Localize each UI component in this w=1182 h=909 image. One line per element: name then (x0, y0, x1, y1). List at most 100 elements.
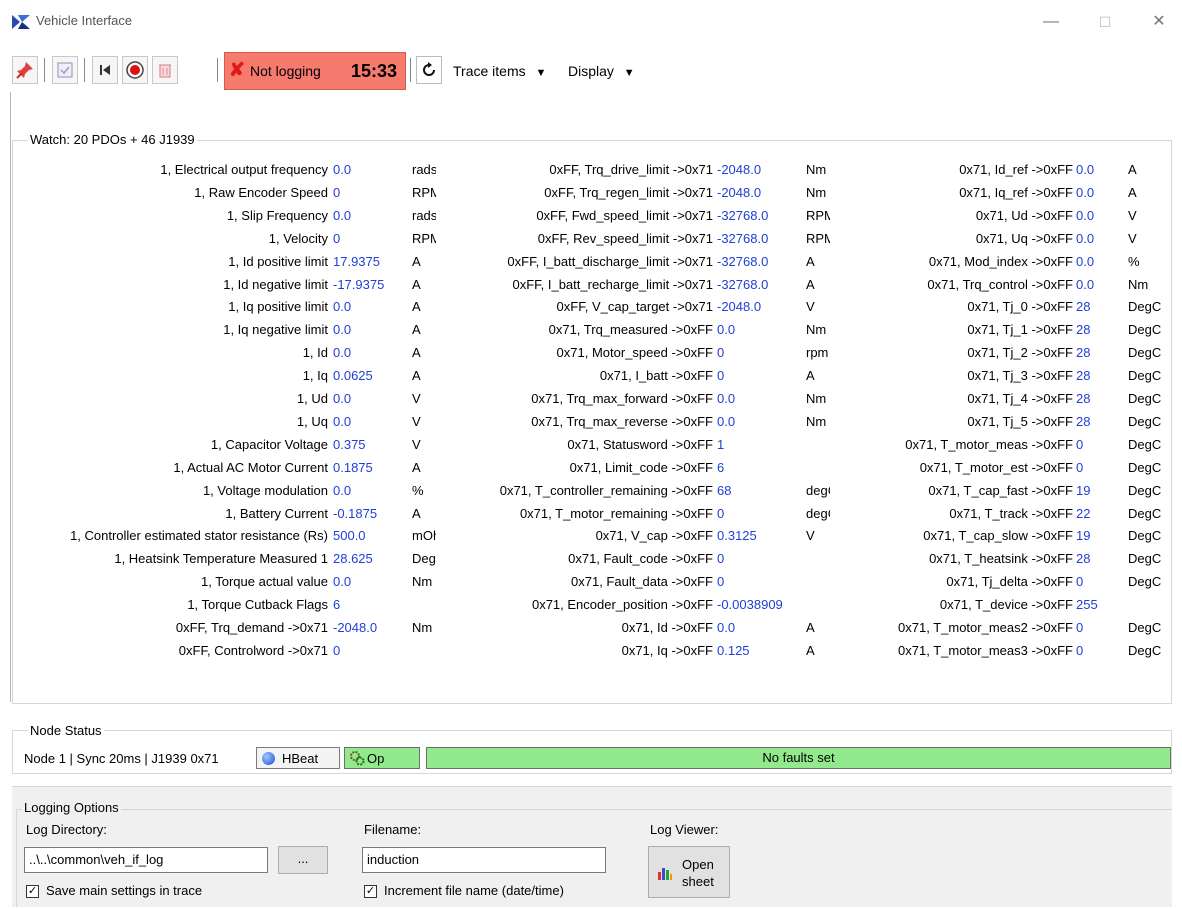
pin-icon (16, 62, 33, 79)
watch-item-value: 28 (1076, 322, 1091, 338)
watch-item-value: -32768.0 (717, 276, 769, 292)
app-logo-icon (12, 15, 30, 29)
watch-item-label: 0x71, Mod_index ->0xFF (928, 253, 1073, 269)
watch-item-unit: DegC (1128, 322, 1162, 338)
watch-item-unit: Nm (806, 322, 827, 338)
open-sheet-button[interactable]: Open sheet (648, 846, 730, 898)
close-button[interactable]: ✕ (1136, 8, 1182, 36)
watch-item-value: 0.3125 (717, 528, 757, 544)
watch-row: 1, Iq 0.0625 A 0x71, I_batt ->0xFF 0 A 0x71, T… (0, 364, 1182, 387)
watch-row: 1, Slip Frequency 0.0 rads/s 0xFF, Fwd_spee… (0, 204, 1182, 227)
watch-item-value: 0.0 (1076, 162, 1095, 177)
watch-item-value: 0 (717, 551, 725, 567)
record-button[interactable] (122, 56, 148, 84)
watch-item-unit: RPM (412, 184, 436, 200)
watch-item-label: 0xFF, Trq_demand ->0x71 (175, 620, 328, 635)
step-back-button[interactable] (92, 56, 118, 84)
watch-item-unit: DegC (1128, 436, 1162, 452)
watch-item-label: 0xFF, Trq_drive_limit ->0x71 (549, 162, 713, 177)
watch-row: 1, Capacitor Voltage 0.375 V 0x71, Statuswo… (0, 433, 1182, 456)
watch-item-value: 68 (717, 482, 732, 498)
save-settings-label: Save main settings in trace (46, 883, 203, 898)
browse-button[interactable]: ... (278, 846, 328, 874)
watch-item-unit: Nm (806, 413, 827, 429)
watch-item-value: 0.0 (333, 207, 352, 223)
refresh-button[interactable] (416, 56, 442, 84)
watch-row: 1, Id negative limit -17.9375 A 0xFF, I_bat… (0, 273, 1182, 296)
watch-item-label: 1, Id positive limit (228, 253, 328, 269)
record-icon (126, 61, 144, 79)
chevron-down-icon: ▼ (623, 67, 635, 79)
watch-row: 1, Voltage modulation 0.0% 0x71, T_control… (0, 479, 1182, 502)
watch-item-unit: DegC (1128, 299, 1162, 315)
refresh-icon (423, 62, 435, 76)
watch-item-unit: V (806, 299, 815, 315)
trace-items-menu[interactable]: Trace items ▼ (453, 63, 546, 79)
watch-item-value: 0 (1076, 574, 1084, 590)
watch-item-value: 500.0 (333, 528, 366, 544)
watch-item-label: 1, Torque Cutback Flags (187, 597, 328, 613)
watch-item-unit: degC (806, 482, 830, 498)
watch-row: 1, Id positive limit 17.9375 A 0xFF, I_batt… (0, 250, 1182, 273)
watch-item-unit: rpm (806, 345, 829, 361)
toolbar-separator (44, 58, 45, 82)
watch-row: 1, Actual AC Motor Current 0.1875 A 0x71, L… (0, 456, 1182, 479)
log-viewer-label: Log Viewer: (650, 822, 719, 837)
watch-item-label: 0x71, T_motor_meas2 ->0xFF (898, 620, 1073, 635)
watch-item-value: 255 (1076, 597, 1098, 613)
watch-item-label: 1, Capacitor Voltage (210, 436, 328, 452)
watch-item-unit: A (412, 505, 421, 521)
toolbar-separator (84, 58, 85, 82)
minimize-button[interactable]: — (1028, 8, 1074, 36)
watch-item-label: 0xFF, I_batt_recharge_limit ->0x71 (512, 276, 713, 292)
watch-item-unit: % (412, 482, 424, 498)
watch-item-value: -32768.0 (717, 207, 769, 223)
watch-item-value: 0.0625 (333, 368, 373, 384)
watch-item-value: 0 (1076, 642, 1084, 658)
pin-button[interactable] (12, 56, 38, 84)
increment-filename-checkbox[interactable]: ✓ (364, 885, 377, 898)
watch-item-label: 0x71, Tj_delta ->0xFF (946, 574, 1073, 590)
node-status-title: Node Status (28, 723, 104, 738)
watch-item-value: 0.0 (717, 413, 736, 429)
watch-item-value: 0.0 (333, 322, 352, 338)
watch-item-unit: A (806, 253, 815, 269)
watch-item-unit: DegC (1128, 574, 1162, 590)
watch-row: 1, Iq positive limit 0.0 A 0xFF, V_cap_targ… (0, 295, 1182, 318)
watch-item-value: 17.9375 (333, 253, 380, 269)
operational-label: Op (367, 751, 385, 766)
watch-item-value: 0.0 (333, 345, 352, 361)
watch-item-unit: DegC (1128, 551, 1162, 567)
watch-item-label: 0x71, Tj_0 ->0xFF (967, 299, 1073, 315)
watch-row: 1, Electrical output frequency 0.0 rads/s 0… (0, 158, 1182, 181)
clear-icon (159, 64, 171, 78)
watch-item-label: 0x71, T_motor_remaining ->0xFF (519, 505, 713, 521)
watch-item-label: 0xFF, V_cap_target ->0x71 (556, 299, 713, 315)
log-directory-input[interactable]: ..\..\common\veh_if_log (24, 847, 268, 873)
watch-item-value: -2048.0 (333, 620, 378, 635)
watch-item-unit: Nm (806, 391, 827, 406)
watch-item-unit: DegC (1128, 528, 1162, 544)
watch-item-label: 1, Id negative limit (223, 276, 328, 292)
watch-item-value: 0 (717, 505, 725, 521)
watch-item-label: 1, Ud (296, 391, 328, 406)
watch-row: 1, Uq 0.0 V 0x71, Trq_max_reverse ->0xFF 0.0… (0, 410, 1182, 433)
watch-item-unit: A (412, 253, 421, 269)
watch-item-unit: V (412, 391, 421, 406)
watch-item-label: 0xFF, Trq_regen_limit ->0x71 (544, 184, 713, 200)
watch-item-label: 1, Id (302, 345, 328, 361)
watch-item-value: 0.125 (717, 642, 750, 658)
save-settings-checkbox[interactable]: ✓ (26, 885, 39, 898)
watch-item-unit: mOhm (412, 528, 436, 544)
toolbar-separator (410, 58, 411, 82)
watch-item-unit: DegC (412, 551, 436, 567)
filename-input[interactable]: induction (362, 847, 606, 873)
maximize-button[interactable]: ☐ (1082, 8, 1128, 36)
node-info: Node 1 | Sync 20ms | J1939 0x71 (24, 751, 219, 766)
watch-item-label: 1, Voltage modulation (202, 482, 328, 498)
display-menu[interactable]: Display ▼ (568, 63, 635, 79)
watch-item-label: 0xFF, I_batt_discharge_limit ->0x71 (507, 253, 713, 269)
clear-trace-button[interactable] (152, 56, 178, 84)
watch-item-label: 0x71, Trq_control ->0xFF (927, 276, 1073, 292)
watch-list-button[interactable] (52, 56, 78, 84)
